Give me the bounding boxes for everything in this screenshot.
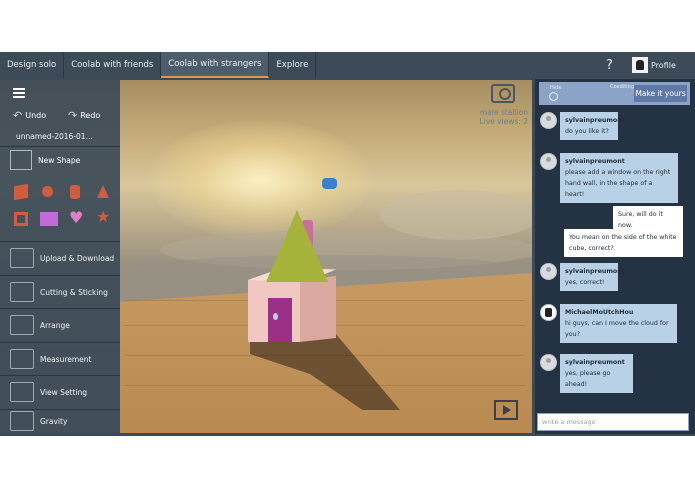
menu-icon[interactable]: [13, 88, 25, 98]
chat-message: sylvainpreumont please add a window on t…: [560, 153, 678, 203]
top-nav: Design solo Coolab with friends Coolab w…: [0, 52, 695, 78]
avatar: [540, 263, 557, 280]
cutting-sticking-label: Cutting & Sticking: [40, 287, 108, 297]
new-shape-label: New Shape: [38, 155, 81, 165]
make-it-yours-button[interactable]: Make it yours: [634, 85, 687, 102]
message-text: You mean on the side of the white cube, …: [569, 234, 677, 252]
profile-button[interactable]: Profile: [632, 56, 676, 74]
ruler-icon: [10, 349, 34, 369]
view-setting-button[interactable]: View Setting: [0, 375, 120, 408]
undo-button[interactable]: ↶ Undo: [13, 109, 46, 122]
message-text: Sure, will do it now.: [618, 211, 663, 229]
chat-message: sylvainpreumont yes, correct!: [560, 263, 625, 291]
star-shape-icon[interactable]: ★: [96, 209, 110, 225]
heart-shape-icon[interactable]: ♥: [69, 210, 83, 226]
live-stream-info: male stallion Live views: 2: [470, 108, 528, 126]
message-text: do you like it?: [565, 128, 609, 135]
help-icon[interactable]: ?: [606, 52, 613, 78]
live-views: Live views: 2: [479, 117, 528, 126]
chat-message: sylvainpreumont do you like it?: [560, 112, 625, 140]
door-window: [273, 313, 278, 320]
tab-design-solo[interactable]: Design solo: [0, 52, 65, 78]
upload-download-label: Upload & Download: [40, 253, 115, 263]
measurement-label: Measurement: [40, 354, 92, 364]
frame-shape-icon[interactable]: [14, 212, 28, 226]
record-video-icon[interactable]: [494, 400, 518, 420]
new-shape-icon: [10, 150, 32, 170]
redo-icon: ↷: [68, 109, 78, 122]
message-text: please add a window on the right hand wa…: [565, 169, 671, 198]
avatar: [540, 354, 557, 371]
avatar: [540, 153, 557, 170]
profile-label: Profile: [651, 60, 676, 70]
measurement-button[interactable]: Measurement: [0, 342, 120, 375]
chat-message: MichaelMoUtchHou hi guys, can I move the…: [560, 304, 677, 343]
live-camera-icon: [491, 84, 515, 103]
message-text: yes, please go ahead!: [565, 370, 611, 388]
tab-explore[interactable]: Explore: [269, 52, 317, 78]
message-user: sylvainpreumont: [565, 158, 625, 165]
own-chat-message: You mean on the side of the white cube, …: [564, 229, 683, 257]
cylinder-shape-icon[interactable]: [70, 185, 80, 199]
sun-glow: [150, 120, 370, 240]
tab-coolab-strangers[interactable]: Coolab with strangers: [161, 52, 270, 78]
hide-icon[interactable]: [549, 92, 558, 101]
file-name[interactable]: unnamed-2016-01...: [16, 132, 93, 141]
chat-message-input[interactable]: [537, 413, 689, 431]
door-shape[interactable]: [268, 298, 292, 342]
coediting-label: Coediting: [610, 84, 634, 90]
grid-shape-icon[interactable]: [40, 212, 58, 226]
gravity-icon: [10, 411, 34, 431]
house-cube-side[interactable]: [300, 276, 336, 342]
undo-label: Undo: [25, 111, 47, 120]
hide-label: Hide: [550, 85, 562, 91]
arrange-icon: [10, 315, 34, 335]
message-user: MichaelMoUtchHou: [565, 309, 634, 316]
arrange-label: Arrange: [40, 320, 70, 330]
cone-shape-icon[interactable]: [97, 185, 109, 198]
message-text: yes, correct!: [565, 279, 605, 286]
eye-icon: [10, 382, 34, 402]
message-text: hi guys, can I move the cloud for you?: [565, 320, 669, 338]
message-user: sylvainpreumont: [565, 359, 625, 366]
upload-download-button[interactable]: Upload & Download: [0, 241, 120, 274]
gravity-button[interactable]: Gravity: [0, 409, 120, 432]
redo-label: Redo: [80, 111, 101, 120]
avatar: [632, 57, 648, 73]
cutting-icon: [10, 282, 34, 302]
avatar: [540, 304, 557, 321]
cloud-band: [380, 190, 532, 240]
floor-grain: [125, 385, 525, 386]
message-user: sylvainpreumont: [565, 268, 625, 275]
chat-message: sylvainpreumont yes, please go ahead!: [560, 354, 633, 393]
cloud-object[interactable]: [322, 178, 337, 189]
message-user: sylvainpreumont: [565, 117, 625, 124]
divider: [0, 146, 120, 147]
sphere-shape-icon[interactable]: [42, 186, 53, 197]
undo-icon: ↶: [13, 109, 23, 122]
cube-shape-icon[interactable]: [14, 183, 28, 201]
stream-user: male stallion: [479, 108, 528, 117]
avatar: [540, 112, 557, 129]
tab-coolab-friends[interactable]: Coolab with friends: [64, 52, 162, 78]
arrange-button[interactable]: Arrange: [0, 308, 120, 341]
new-shape-header[interactable]: New Shape: [10, 150, 80, 170]
cutting-sticking-button[interactable]: Cutting & Sticking: [0, 275, 120, 308]
gravity-label: Gravity: [40, 416, 68, 426]
view-setting-label: View Setting: [40, 387, 88, 397]
redo-button[interactable]: ↷ Redo: [68, 109, 100, 122]
upload-download-icon: [10, 248, 34, 268]
